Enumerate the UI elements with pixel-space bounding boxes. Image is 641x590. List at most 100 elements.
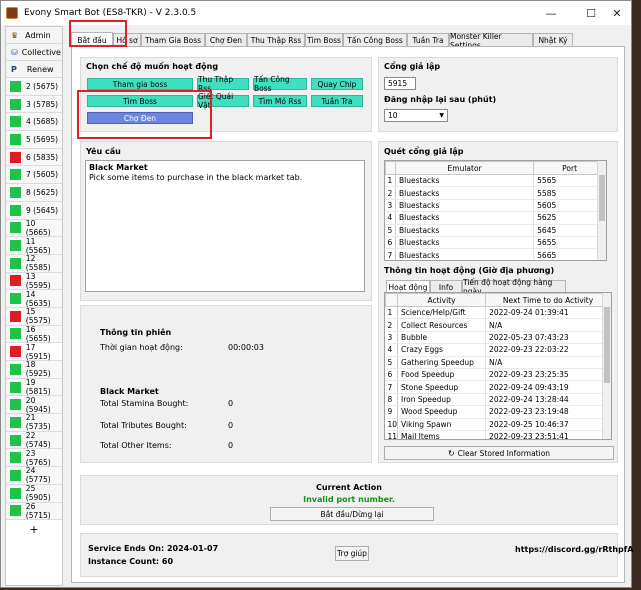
activity-row[interactable]: 11 Mail Items 2022-09-23 23:51:41 [385, 430, 611, 439]
close-button[interactable]: ✕ [601, 1, 633, 25]
account-item[interactable]: 19 (5815) [6, 378, 62, 397]
emulator-row[interactable]: 5 Bluestacks 5645 [385, 224, 606, 237]
scan-panel: Quét cổng giả lập Emulator Port 1 Bluesta… [378, 141, 618, 463]
activity-row[interactable]: 6 Food Speedup 2022-09-23 23:25:35 [385, 368, 611, 382]
status-square-icon [10, 505, 21, 517]
emulator-row[interactable]: 1 Bluestacks 5565 [385, 174, 606, 188]
row-index: 1 [385, 174, 396, 188]
add-account-button[interactable]: + [6, 520, 62, 538]
mode-button-find-mines[interactable]: Tìm Mỏ Rss [253, 95, 307, 107]
activity-row[interactable]: 1 Science/Help/Gift 2022-09-24 01:39:41 [385, 306, 611, 320]
account-item[interactable]: 17 (5915) [6, 343, 62, 361]
row-index: 4 [385, 343, 399, 357]
account-item[interactable]: 7 (5605) [6, 166, 62, 185]
tab-item[interactable]: Tìm Boss [305, 33, 343, 47]
account-item[interactable]: 2 (5675) [6, 78, 62, 96]
row-index: 7 [385, 248, 396, 260]
account-item[interactable]: 16 (5655) [6, 325, 62, 344]
tab-item[interactable]: Tuần Tra [407, 33, 449, 47]
account-item[interactable]: 5 (5695) [6, 131, 62, 149]
tab-item[interactable]: Nhật Ký [533, 33, 573, 47]
emulator-row[interactable]: 4 Bluestacks 5625 [385, 211, 606, 225]
account-item[interactable]: 4 (5685) [6, 113, 62, 132]
row-index: 8 [385, 393, 399, 407]
account-label: 26 (5715) [25, 501, 51, 520]
account-item[interactable]: 10 (5665) [6, 219, 62, 238]
account-label: 15 (5575) [25, 307, 51, 326]
account-item[interactable]: 3 (5785) [6, 95, 62, 114]
row-index: 7 [385, 380, 399, 394]
discord-link[interactable]: https://discord.gg/rRthpfA [515, 545, 633, 554]
renew-button[interactable]: P Renew [6, 61, 62, 78]
minimize-button[interactable]: — [535, 1, 567, 25]
account-item[interactable]: 11 (5565) [6, 237, 62, 255]
other-items-value: 0 [228, 441, 234, 450]
tributes-value: 0 [228, 421, 234, 430]
activity-row[interactable]: 5 Gathering Speedup N/A [385, 356, 611, 369]
app-logo-icon [6, 7, 18, 19]
activity-row[interactable]: 7 Stone Speedup 2022-09-24 09:43:19 [385, 380, 611, 394]
emulator-grid-scrollbar[interactable] [597, 161, 606, 260]
help-button[interactable]: Trợ giúp [335, 546, 369, 561]
clear-stored-info-button[interactable]: ↻ Clear Stored Information [384, 446, 614, 460]
emulator-row[interactable]: 2 Bluestacks 5585 [385, 186, 606, 200]
account-label: 20 (5945) [25, 395, 51, 414]
account-item[interactable]: 26 (5715) [6, 501, 62, 521]
emulator-row[interactable]: 6 Bluestacks 5655 [385, 236, 606, 250]
activity-row[interactable]: 8 Iron Speedup 2022-09-24 13:28:44 [385, 393, 611, 407]
account-item[interactable]: 24 (5775) [6, 466, 62, 485]
tab-item[interactable]: Tấn Công Boss [343, 33, 407, 47]
activity-row[interactable]: 9 Wood Speedup 2022-09-23 23:19:48 [385, 405, 611, 419]
mode-button-attack-boss[interactable]: Tấn Công Boss [253, 75, 307, 93]
activity-row[interactable]: 3 Bubble 2022-05-23 07:43:23 [385, 331, 611, 345]
account-label: 14 (5635) [25, 289, 51, 308]
table-cell: Bluestacks [395, 199, 535, 213]
tab-item[interactable]: Thu Thập Rss [247, 33, 305, 47]
activity-row[interactable]: 10 Viking Spawn 2022-09-25 10:46:37 [385, 418, 611, 431]
activity-row[interactable]: 2 Collect Resources N/A [385, 318, 611, 332]
account-item[interactable]: 20 (5945) [6, 395, 62, 415]
runtime-value: 00:00:03 [228, 343, 264, 352]
table-cell: 2022-09-24 13:28:44 [485, 393, 611, 407]
tab-item[interactable]: Monster Killer Settings [449, 32, 533, 50]
admin-button[interactable]: ♛ Admin [6, 27, 62, 44]
account-item[interactable]: 18 (5925) [6, 360, 62, 379]
account-item[interactable]: 8 (5625) [6, 184, 62, 202]
account-item[interactable]: 25 (5905) [6, 484, 62, 503]
other-items-label: Total Other Items: [100, 441, 172, 450]
account-item[interactable]: 13 (5595) [6, 272, 62, 291]
status-square-icon [10, 399, 21, 411]
account-item[interactable]: 21 (5735) [6, 413, 62, 432]
mode-button-patrol[interactable]: Tuần Tra [311, 95, 363, 107]
status-square-icon [10, 310, 21, 322]
tab-item[interactable]: Tham Gia Boss [141, 33, 205, 47]
table-cell: Bluestacks [395, 236, 535, 250]
emulator-row[interactable]: 3 Bluestacks 5605 [385, 199, 606, 213]
table-cell: Bluestacks [395, 248, 535, 260]
port-input[interactable]: 5915 [384, 77, 416, 90]
account-item[interactable]: 12 (5585) [6, 254, 62, 273]
account-item[interactable]: 23 (5765) [6, 449, 62, 468]
mode-button-gather-rss[interactable]: Thu Thập Rss [197, 75, 249, 93]
row-index: 6 [385, 368, 399, 382]
account-item[interactable]: 6 (5835) [6, 148, 62, 167]
account-item[interactable]: 22 (5745) [6, 431, 62, 450]
port-label: Cổng giả lập [384, 62, 441, 71]
account-item[interactable]: 9 (5645) [6, 201, 62, 220]
mode-button-spin-chip[interactable]: Quay Chip [311, 78, 363, 90]
service-end-date: Service Ends On: 2024-01-07 [88, 544, 219, 553]
status-square-icon [10, 434, 21, 446]
collective-button[interactable]: ⛁ Collective [6, 44, 62, 61]
account-item[interactable]: 15 (5575) [6, 307, 62, 326]
activity-row[interactable]: 4 Crazy Eggs 2022-09-23 22:03:22 [385, 343, 611, 357]
relogin-select[interactable]: 10 ▼ [384, 109, 448, 122]
account-item[interactable]: 14 (5635) [6, 290, 62, 308]
session-title: Thông tin phiên [100, 328, 172, 337]
row-index: 9 [385, 405, 399, 419]
table-cell: 5605 [533, 199, 606, 213]
tab-item[interactable]: Chợ Đen [205, 33, 247, 47]
activity-grid-scrollbar[interactable] [602, 293, 611, 439]
emulator-row[interactable]: 7 Bluestacks 5665 [385, 248, 606, 260]
start-stop-button[interactable]: Bắt đầu/Dừng lại [270, 507, 434, 521]
mode-button-join-boss[interactable]: Tham gia boss [87, 78, 193, 90]
